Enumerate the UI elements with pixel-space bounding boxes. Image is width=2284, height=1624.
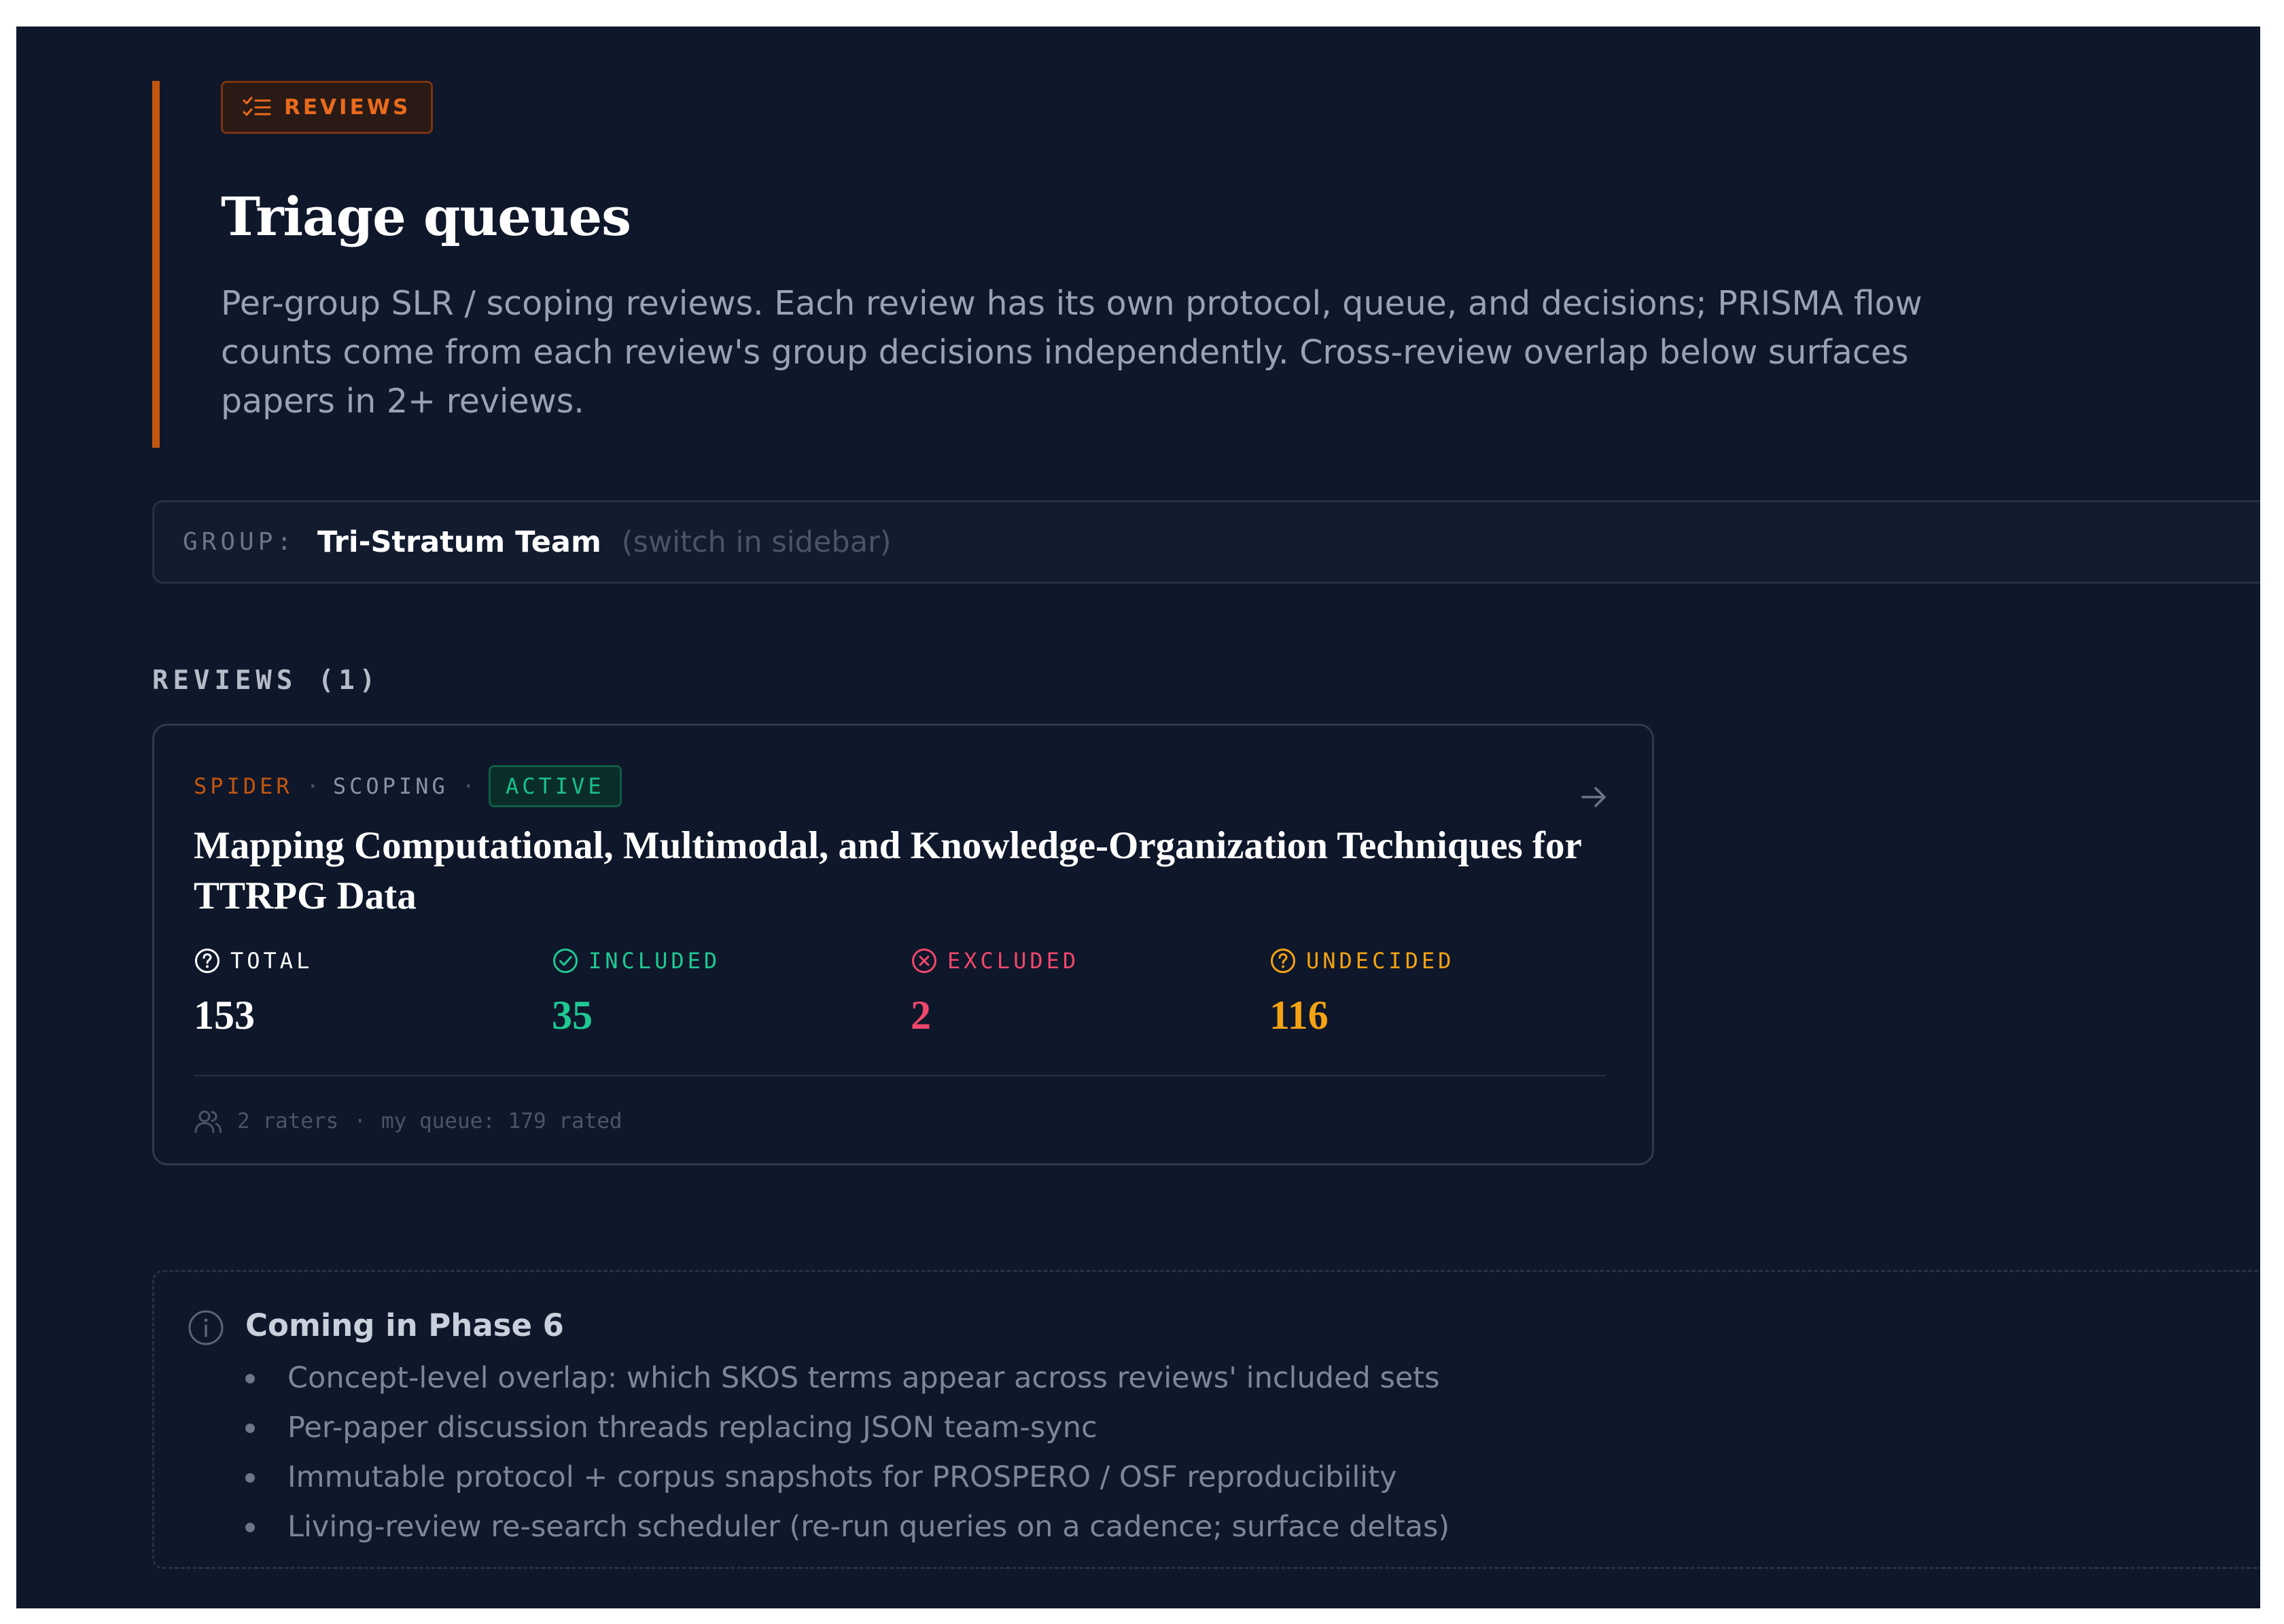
review-card[interactable]: SPIDER · SCOPING · ACTIVE Mapping Comput…: [152, 724, 1654, 1165]
question-circle-icon: [195, 949, 219, 973]
reviews-heading: REVIEWS (1): [152, 665, 381, 696]
review-title[interactable]: Mapping Computational, Multimodal, and K…: [194, 821, 1607, 921]
stat-value: 35: [552, 993, 593, 1038]
stat-total: TOTAL 153: [194, 947, 533, 1039]
stat-label: TOTAL: [230, 948, 313, 974]
x-circle-icon: [912, 949, 936, 973]
note-title: Coming in Phase 6: [245, 1307, 564, 1343]
review-framework: SPIDER: [194, 773, 293, 799]
reviews-tag: REVIEWS: [221, 81, 434, 134]
list-item-text: Concept-level overlap: which SKOS terms …: [287, 1361, 1440, 1395]
list-item-text: Immutable protocol + corpus snapshots fo…: [287, 1460, 1397, 1494]
stat-value: 2: [911, 993, 931, 1038]
review-footer: 2 raters · my queue: 179 rated: [194, 1108, 622, 1135]
bullet-dot: [245, 1523, 255, 1532]
status-badge: ACTIVE: [488, 765, 622, 807]
stat-value: 116: [1269, 993, 1329, 1038]
list-check-icon: [243, 96, 271, 116]
app-frame: REVIEWS Triage queues Per-group SLR / sc…: [16, 27, 2260, 1608]
meta-separator: ·: [306, 773, 319, 799]
stat-label: UNDECIDED: [1306, 948, 1455, 974]
review-stats: TOTAL 153 INCLUDED 35 EXCLUDED 2 UNDECID…: [194, 947, 1621, 1049]
question-circle-icon: [1271, 949, 1295, 973]
list-item: Per-paper discussion threads replacing J…: [245, 1403, 1450, 1453]
list-item: Concept-level overlap: which SKOS terms …: [245, 1354, 1450, 1403]
queue-status: my queue: 179 rated: [381, 1109, 622, 1133]
bullet-dot: [245, 1473, 255, 1483]
note-list: Concept-level overlap: which SKOS terms …: [245, 1354, 1450, 1552]
stat-value: 153: [194, 993, 255, 1038]
meta-separator: ·: [461, 773, 475, 799]
check-circle-icon: [553, 949, 578, 973]
stat-excluded: EXCLUDED 2: [911, 947, 1250, 1039]
group-label: GROUP:: [183, 528, 296, 556]
list-item-text: Per-paper discussion threads replacing J…: [287, 1411, 1097, 1445]
page-description: Per-group SLR / scoping reviews. Each re…: [221, 284, 1922, 421]
list-item-text: Living-review re-search scheduler (re-ru…: [287, 1510, 1450, 1544]
bullet-dot: [245, 1374, 255, 1383]
bullet-dot: [245, 1424, 255, 1433]
raters-count: 2 raters: [237, 1109, 339, 1133]
page-title: Triage queues: [221, 186, 631, 248]
review-type: SCOPING: [332, 773, 449, 799]
tag-label: REVIEWS: [284, 95, 411, 120]
info-icon: [188, 1310, 224, 1345]
phase-note: Coming in Phase 6 Concept-level overlap:…: [152, 1270, 2260, 1569]
list-item: Immutable protocol + corpus snapshots fo…: [245, 1453, 1450, 1502]
arrow-right-icon[interactable]: [1577, 780, 1611, 814]
card-divider: [194, 1075, 1606, 1076]
stat-label: EXCLUDED: [947, 948, 1080, 974]
group-switch-hint: (switch in sidebar): [621, 525, 892, 559]
page-header: REVIEWS Triage queues Per-group SLR / sc…: [152, 81, 1987, 448]
group-name: Tri-Stratum Team: [317, 525, 601, 559]
users-icon: [194, 1110, 222, 1133]
stat-included: INCLUDED 35: [552, 947, 892, 1039]
stat-label: INCLUDED: [588, 948, 721, 974]
review-meta: SPIDER · SCOPING · ACTIVE: [194, 765, 622, 807]
footer-separator: ·: [353, 1109, 366, 1133]
stat-undecided: UNDECIDED 116: [1269, 947, 1609, 1039]
group-selector-bar: GROUP: Tri-Stratum Team (switch in sideb…: [152, 500, 2260, 584]
header-accent-bar: [152, 81, 160, 448]
list-item: Living-review re-search scheduler (re-ru…: [245, 1502, 1450, 1552]
